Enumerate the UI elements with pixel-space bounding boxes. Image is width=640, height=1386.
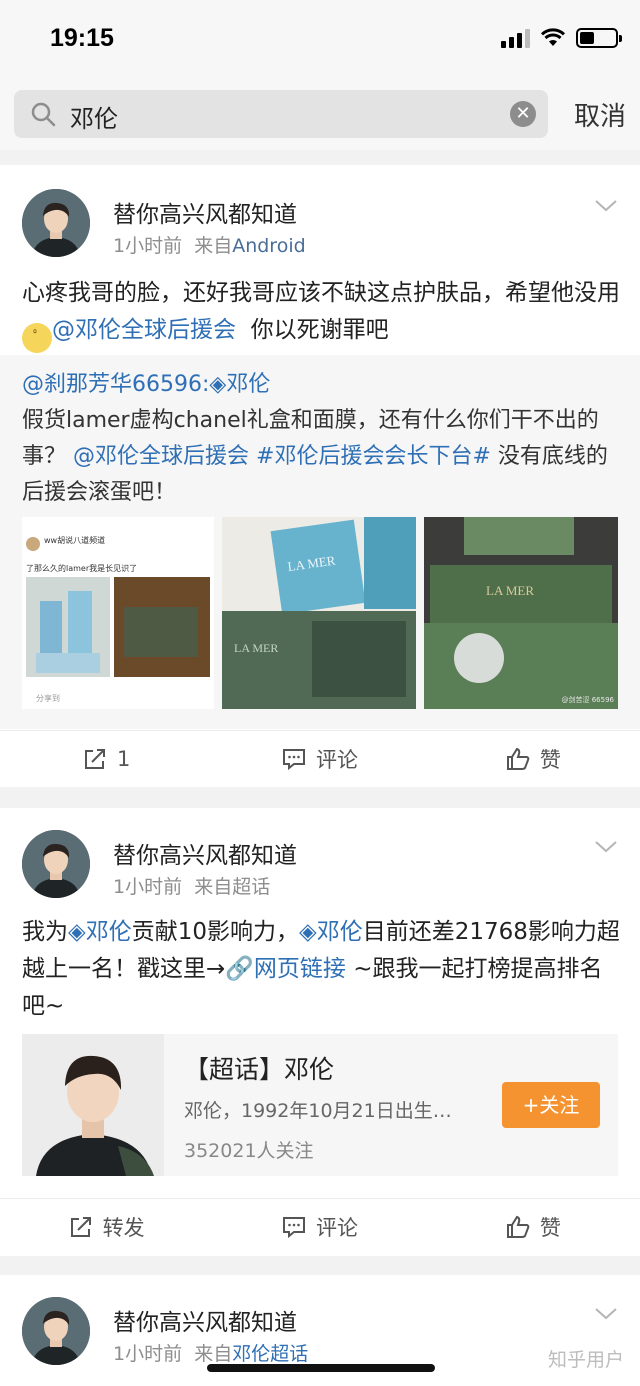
search-area: 邓伦 ✕ 取消 — [0, 80, 640, 150]
user-name[interactable]: 替你高兴风都知道 — [113, 836, 297, 870]
comment-label: 评论 — [315, 747, 358, 772]
search-query: 邓伦 — [70, 105, 118, 133]
post-time: 1小时前 — [113, 876, 183, 898]
repost-label: 转发 — [102, 1215, 145, 1240]
brand-label: LA MER — [286, 552, 337, 575]
avatar[interactable] — [22, 830, 90, 898]
image-thumbnail[interactable]: LA MER LA MER — [222, 517, 416, 709]
cancel-button[interactable]: 取消 — [574, 96, 626, 133]
repost-count: 1 — [116, 746, 131, 771]
comment-icon — [282, 1216, 305, 1238]
post-text: 心疼我哥的脸，还好我哥应该不缺这点护肤品，希望他没用ﾟ @邓伦全球后援会 你以死谢… — [22, 275, 622, 353]
hashtag-link[interactable]: #邓伦后援会会长下台# — [256, 444, 491, 469]
like-button[interactable]: 赞 — [427, 731, 640, 786]
image-thumbnail[interactable]: LA MER @剑苦涩 66596 — [424, 517, 618, 709]
product-box: LA MER — [222, 611, 416, 709]
brand-label: LA MER — [234, 641, 279, 655]
product-box: LA MER — [270, 519, 366, 615]
clear-icon[interactable]: ✕ — [510, 101, 536, 127]
post-source[interactable]: 邓伦超话 — [232, 1343, 308, 1365]
topic-followers: 352021人关注 — [184, 1140, 314, 1162]
topic-link[interactable]: ◈邓伦 — [209, 372, 270, 397]
chevron-down-icon[interactable] — [594, 199, 618, 213]
comment-button[interactable]: 评论 — [213, 731, 426, 786]
thumbs-up-icon — [506, 747, 530, 770]
product-box — [364, 517, 416, 609]
like-label: 赞 — [539, 1215, 561, 1240]
repost-author-link[interactable]: @刹那芳华66596: — [22, 372, 209, 397]
post-time: 1小时前 — [113, 235, 183, 257]
brand-label: LA MER — [486, 583, 535, 598]
follow-button[interactable]: +关注 — [502, 1082, 600, 1128]
wifi-icon — [540, 28, 566, 46]
post-meta: 1小时前 来自超话 — [113, 872, 270, 899]
post-meta: 1小时前 来自Android — [113, 231, 306, 258]
repost-box[interactable]: @刹那芳华66596:◈邓伦 假货lamer虚构chanel礼盒和面膜，还有什么你… — [0, 355, 640, 729]
source-prefix: 来自 — [194, 235, 233, 257]
search-input[interactable]: 邓伦 ✕ — [14, 90, 548, 138]
thumb-user: ww胡说八道频道 — [44, 536, 106, 545]
weibo-post[interactable]: 替你高兴风都知道 1小时前 来自Android 心疼我哥的脸，还好我哥应该不缺这… — [0, 165, 640, 787]
avatar[interactable] — [22, 189, 90, 257]
like-button[interactable]: 赞 — [427, 1199, 640, 1254]
diamond-icon: ◈ — [209, 372, 227, 397]
signal-icon — [501, 28, 530, 48]
post-source: Android — [232, 235, 306, 257]
user-name[interactable]: 替你高兴风都知道 — [113, 1303, 297, 1337]
like-label: 赞 — [539, 747, 561, 772]
status-icons — [501, 28, 622, 48]
topic-description: 邓伦，1992年10月21日出生… — [184, 1100, 452, 1122]
comment-icon — [282, 748, 305, 770]
chevron-down-icon[interactable] — [594, 1307, 618, 1321]
repost-button[interactable]: 1 — [0, 731, 213, 786]
post-meta: 1小时前 来自邓伦超话 — [113, 1339, 308, 1366]
status-bar: 19:15 — [0, 0, 640, 80]
topic-link[interactable]: ◈邓伦 — [68, 919, 132, 945]
share-icon — [84, 748, 105, 769]
post-time: 1小时前 — [113, 1343, 183, 1365]
action-bar: 转发 评论 赞 — [0, 1198, 640, 1254]
topic-link[interactable]: ◈邓伦 — [299, 919, 363, 945]
source-prefix: 来自 — [194, 1343, 233, 1365]
action-bar: 1 评论 赞 — [0, 730, 640, 786]
post-source: 超话 — [232, 876, 271, 898]
photo — [26, 577, 110, 677]
avatar — [26, 537, 40, 551]
repost-button[interactable]: 转发 — [0, 1199, 213, 1254]
battery-icon — [576, 28, 622, 48]
thumb-caption: 了那么久的lamer我是长见识了 — [26, 564, 138, 573]
smiley-emoji-icon: ﾟ — [22, 323, 52, 353]
avatar[interactable] — [22, 1297, 90, 1365]
source-prefix: 来自 — [194, 876, 233, 898]
share-icon — [70, 1216, 91, 1237]
topic-title: 【超话】邓伦 — [184, 1055, 335, 1084]
post-text: 我为◈邓伦贡献10影响力，◈邓伦目前还差21768影响力超越上一名！戳这里→🔗网… — [22, 919, 620, 1019]
image-credit: @剑苦涩 66596 — [561, 696, 615, 704]
search-icon — [31, 102, 56, 127]
photo — [114, 577, 210, 677]
thumb-share-label: 分享到 — [36, 694, 60, 703]
diamond-icon: ◈ — [298, 919, 317, 945]
diamond-icon: ◈ — [68, 919, 86, 945]
home-indicator — [207, 1364, 435, 1372]
link-icon: 🔗 — [225, 956, 254, 982]
topic-cover-image — [22, 1034, 164, 1176]
thumbs-up-icon — [506, 1215, 530, 1238]
comment-button[interactable]: 评论 — [213, 1199, 426, 1254]
image-thumbnail[interactable]: ww胡说八道频道 了那么久的lamer我是长见识了 分享到 — [22, 517, 214, 709]
gift-box-lid — [464, 517, 574, 555]
status-time: 19:15 — [50, 24, 114, 52]
comment-label: 评论 — [315, 1215, 358, 1240]
chevron-down-icon[interactable] — [594, 840, 618, 854]
repost-text: @刹那芳华66596:◈邓伦 假货lamer虚构chanel礼盒和面膜，还有什么你… — [22, 372, 608, 505]
user-name[interactable]: 替你高兴风都知道 — [113, 195, 297, 229]
web-link[interactable]: 🔗网页链接 — [225, 956, 346, 982]
gift-bag: LA MER — [430, 565, 612, 623]
weibo-post[interactable]: 替你高兴风都知道 1小时前 来自超话 我为◈邓伦贡献10影响力，◈邓伦目前还差2… — [0, 808, 640, 1256]
mention-link[interactable]: @邓伦全球后援会 — [73, 444, 249, 469]
supertopic-card[interactable]: 【超话】邓伦 邓伦，1992年10月21日出生… 352021人关注 +关注 — [22, 1034, 618, 1176]
mention-link[interactable]: @邓伦全球后援会 — [52, 317, 236, 343]
watermark: 知乎用户 — [547, 1349, 624, 1371]
